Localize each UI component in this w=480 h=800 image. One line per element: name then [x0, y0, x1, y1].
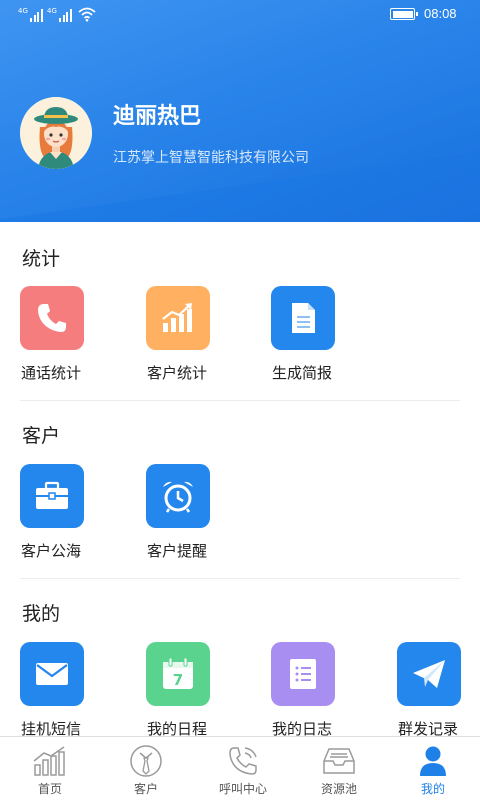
customer-pool-item[interactable]: 客户公海: [20, 464, 110, 561]
my-schedule-item[interactable]: 7 我的日程: [146, 642, 236, 739]
section-title-customer: 客户: [22, 425, 61, 447]
my-log-item[interactable]: 我的日志: [271, 642, 361, 739]
tab-home-label: 首页: [37, 782, 62, 796]
tab-mine-label: 我的: [420, 782, 445, 796]
customer-stats-label: 客户统计: [147, 364, 208, 382]
customer-pool-tile[interactable]: [20, 464, 84, 528]
tab-call-center-label: 呼叫中心: [218, 782, 267, 796]
calendar-icon: 7: [163, 657, 193, 689]
home-chart-icon: [33, 746, 65, 776]
calendar-day-number: 7: [173, 671, 183, 689]
customer-stats-tile[interactable]: [146, 286, 210, 350]
tab-customer[interactable]: 客户: [98, 737, 194, 800]
customer-tie-icon: [130, 745, 162, 777]
customer-pool-label: 客户公海: [21, 542, 82, 560]
company-name: 江苏掌上智慧智能科技有限公司: [113, 150, 309, 166]
battery-icon: [390, 8, 418, 20]
cellular-signal-icon: 4G: [18, 8, 43, 22]
tab-home[interactable]: 首页: [2, 737, 98, 800]
notebook-icon: [290, 659, 316, 689]
avatar[interactable]: [20, 97, 92, 169]
phone-icon: [38, 304, 66, 332]
section-title-stats: 统计: [22, 248, 61, 270]
chart-icon: [162, 303, 192, 332]
tab-resource-pool[interactable]: 资源池: [291, 737, 387, 800]
wifi-icon: [78, 7, 96, 22]
alarm-clock-icon: [163, 481, 193, 513]
inbox-tray-icon: [323, 748, 355, 774]
document-icon: [292, 303, 315, 333]
avatar-illustration: [20, 97, 92, 169]
tab-call-center[interactable]: 呼叫中心: [195, 737, 291, 800]
hangup-sms-item[interactable]: 挂机短信: [20, 642, 110, 739]
section-title-mine: 我的: [22, 603, 61, 625]
generate-report-item[interactable]: 生成简报: [271, 286, 361, 383]
paper-plane-icon: [413, 660, 445, 688]
user-name: 迪丽热巴: [113, 104, 202, 129]
divider: [20, 578, 460, 579]
cellular-signal-icon-2: 4G: [47, 8, 72, 22]
envelope-icon: [36, 663, 68, 685]
my-log-tile[interactable]: [271, 642, 335, 706]
tab-mine[interactable]: 我的: [385, 737, 480, 800]
tab-customer-label: 客户: [133, 782, 158, 796]
mass-send-record-item[interactable]: 群发记录: [397, 642, 477, 739]
network-type-label-2: 4G: [47, 7, 57, 15]
tab-resource-pool-label: 资源池: [320, 782, 357, 796]
call-stats-tile[interactable]: [20, 286, 84, 350]
customer-stats-item[interactable]: 客户统计: [146, 286, 236, 383]
user-icon: [420, 746, 446, 776]
customer-reminder-item[interactable]: 客户提醒: [146, 464, 236, 561]
divider: [20, 400, 460, 401]
generate-report-tile[interactable]: [271, 286, 335, 350]
status-bar: 4G 4G 08:08: [0, 0, 480, 30]
hangup-sms-tile[interactable]: [20, 642, 84, 706]
customer-reminder-tile[interactable]: [146, 464, 210, 528]
network-type-label: 4G: [18, 7, 28, 15]
customer-reminder-label: 客户提醒: [147, 542, 208, 560]
call-center-icon: [229, 747, 257, 775]
profile-header: 4G 4G 08:08 迪丽热巴 江苏掌上智慧智能科技有限公司: [0, 0, 480, 222]
generate-report-label: 生成简报: [272, 364, 333, 382]
bottom-tab-bar: 首页 客户 呼叫中心 资源池 我的: [0, 736, 480, 800]
my-schedule-tile[interactable]: 7: [146, 642, 210, 706]
status-time: 08:08: [424, 6, 457, 21]
briefcase-icon: [36, 481, 68, 509]
call-stats-item[interactable]: 通话统计: [20, 286, 110, 383]
call-stats-label: 通话统计: [21, 364, 82, 382]
mass-send-record-tile[interactable]: [397, 642, 461, 706]
